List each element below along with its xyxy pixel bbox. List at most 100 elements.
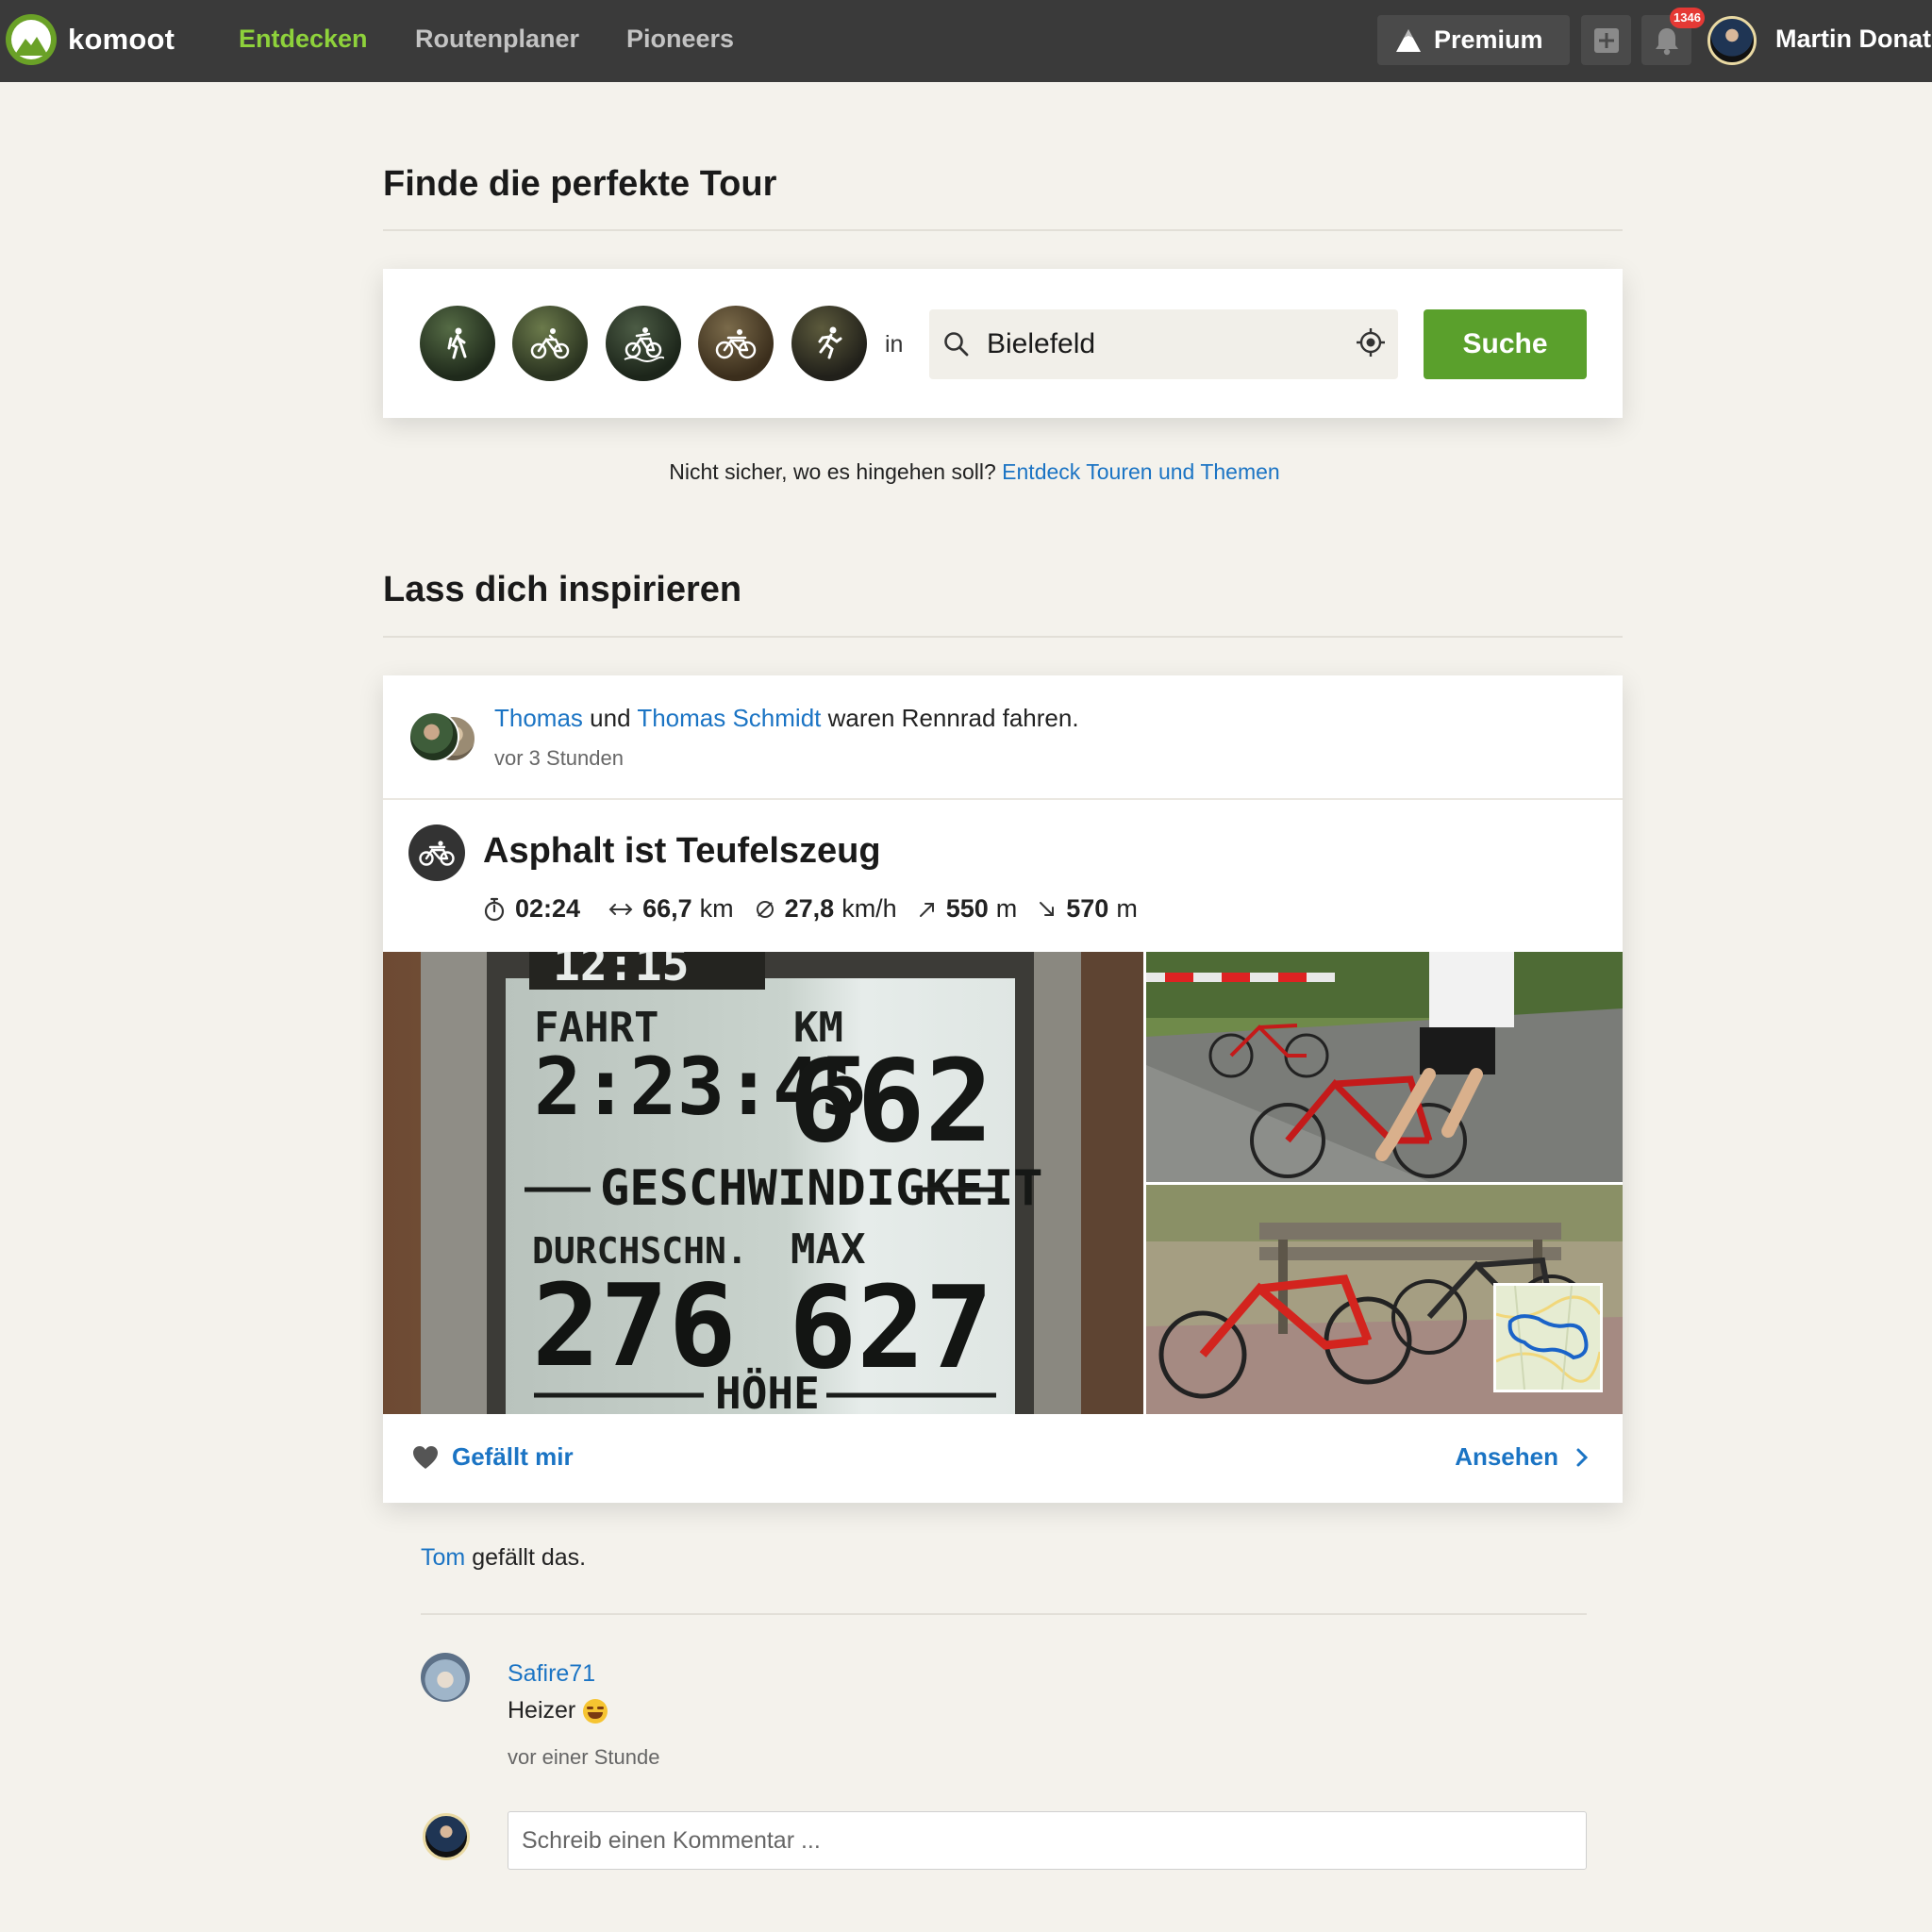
arrow-up-right-icon — [919, 902, 934, 917]
distance-value: 66,7 — [642, 894, 692, 923]
comment-input[interactable] — [508, 1811, 1587, 1870]
bike-touring-icon — [530, 328, 570, 359]
komoot-logo-icon — [6, 14, 57, 65]
route-map-thumbnail[interactable] — [1493, 1283, 1603, 1392]
feed-card-footer: Gefällt mir Ansehen — [383, 1414, 1623, 1503]
sport-road-bike-button[interactable] — [698, 306, 774, 381]
view-label: Ansehen — [1455, 1442, 1558, 1471]
average-speed-icon — [756, 900, 774, 918]
tour-photo-bike-computer[interactable]: 12:15 FAHRT 2:23:45 KM 662 GESCHWINDIGKEIT DUR… — [383, 952, 1143, 1414]
divider — [383, 229, 1623, 231]
lcd-clock-time: 12:15 — [553, 952, 690, 991]
likes-summary: Tom gefällt das. — [421, 1544, 586, 1572]
search-button[interactable]: Suche — [1424, 309, 1587, 379]
nav-tab-routenplaner[interactable]: Routenplaner — [415, 25, 579, 54]
sport-bike-touring-button[interactable] — [512, 306, 588, 381]
location-search-input[interactable]: Bielefeld — [929, 309, 1398, 379]
nav-tab-pioneers[interactable]: Pioneers — [626, 25, 734, 54]
komoot-logo[interactable]: komoot — [6, 14, 175, 65]
distance-unit: km — [699, 894, 734, 923]
current-location-icon[interactable] — [1355, 326, 1387, 358]
activity-feed-card: Thomas und Thomas Schmidt waren Rennrad … — [383, 675, 1623, 1503]
premium-mountain-icon — [1396, 28, 1421, 52]
elevation-up-value: 550 — [945, 894, 989, 923]
create-button[interactable] — [1581, 15, 1631, 65]
premium-label: Premium — [1434, 25, 1543, 54]
sport-hiking-button[interactable] — [420, 306, 495, 381]
like-button[interactable]: Gefällt mir — [412, 1442, 574, 1472]
lcd-avg-value: 276 — [532, 1261, 737, 1392]
user-link-tom[interactable]: Tom — [421, 1544, 465, 1571]
stat-distance: 66,7 km — [608, 894, 734, 924]
logo-text: komoot — [68, 23, 175, 56]
route-map-icon — [1496, 1286, 1600, 1390]
top-navigation-bar: komoot Entdecken Routenplaner Pioneers P… — [0, 0, 1932, 82]
tour-stats: 02:24 66,7 km 27,8 km/h 550 m 570 m — [483, 894, 1158, 924]
activity-text: waren Rennrad fahren. — [827, 704, 1079, 732]
sport-running-button[interactable] — [791, 306, 867, 381]
speed-value: 27,8 — [784, 894, 835, 923]
discover-tours-link[interactable]: Entdeck Touren und Themen — [1002, 459, 1280, 484]
search-icon — [944, 332, 969, 357]
commenter-name-link[interactable]: Safire71 — [508, 1660, 595, 1688]
road-bike-icon — [715, 329, 757, 359]
arrow-down-right-icon — [1040, 901, 1055, 916]
elevation-up-unit: m — [995, 894, 1018, 923]
nav-tab-entdecken[interactable]: Entdecken — [239, 25, 368, 54]
running-icon — [818, 326, 842, 359]
premium-button[interactable]: Premium — [1377, 15, 1570, 65]
commenter-avatar[interactable] — [421, 1653, 470, 1702]
tour-photo-cyclist[interactable] — [1146, 952, 1623, 1182]
user-name[interactable]: Martin Donat — [1775, 25, 1931, 54]
hint-text: Nicht sicher, wo es hingehen soll? — [669, 459, 996, 484]
chevron-right-icon — [1576, 1448, 1589, 1466]
avatar — [408, 711, 459, 762]
elevation-down-unit: m — [1116, 894, 1138, 923]
comment-timestamp: vor einer Stunde — [508, 1745, 660, 1769]
tour-photo-bikes-bench[interactable] — [1146, 1185, 1623, 1414]
bell-icon — [1655, 27, 1678, 55]
search-section-title: Finde die perfekte Tour — [383, 164, 777, 204]
stat-speed: 27,8 km/h — [755, 894, 897, 924]
elevation-down-value: 570 — [1066, 894, 1109, 923]
connector-text: und — [590, 704, 631, 732]
lcd-altitude-label: HÖHE — [715, 1368, 820, 1414]
heart-icon — [413, 1445, 438, 1469]
current-user-avatar — [423, 1813, 470, 1860]
stopwatch-icon — [484, 897, 505, 921]
lcd-km-value: 662 — [789, 1037, 993, 1168]
comment-body: Heizer — [508, 1697, 576, 1724]
activity-sentence: Thomas und Thomas Schmidt waren Rennrad … — [494, 704, 1079, 733]
stat-duration: 02:24 — [483, 894, 588, 924]
sport-mountain-bike-button[interactable] — [606, 306, 681, 381]
participant-avatars[interactable] — [408, 711, 480, 764]
duration-value: 02:24 — [515, 894, 581, 923]
activity-timestamp: vor 3 Stunden — [494, 746, 624, 770]
divider — [421, 1613, 1587, 1615]
distance-arrows-icon — [608, 903, 633, 915]
divider — [383, 636, 1623, 638]
discovery-hint: Nicht sicher, wo es hingehen soll? Entde… — [0, 459, 1932, 485]
stat-elevation-down: 570 m — [1038, 894, 1138, 924]
user-avatar[interactable] — [1707, 16, 1757, 65]
speed-unit: km/h — [841, 894, 897, 923]
mountain-bike-icon — [624, 327, 664, 362]
user-link-thomas-schmidt[interactable]: Thomas Schmidt — [637, 704, 821, 732]
notification-count-badge: 1346 — [1670, 8, 1705, 28]
inspiration-section-title: Lass dich inspirieren — [383, 570, 742, 609]
view-tour-link[interactable]: Ansehen — [1455, 1442, 1589, 1472]
laughing-emoji — [583, 1698, 608, 1724]
hiking-icon — [447, 327, 467, 359]
tour-search-card: in Bielefeld Suche — [383, 269, 1623, 418]
likes-text: gefällt das. — [472, 1544, 587, 1571]
stat-elevation-up: 550 m — [918, 894, 1018, 924]
tour-title[interactable]: Asphalt ist Teufelszeug — [483, 831, 881, 872]
in-label: in — [885, 331, 904, 358]
user-link-thomas[interactable]: Thomas — [494, 704, 583, 732]
feed-card-header: Thomas und Thomas Schmidt waren Rennrad … — [383, 675, 1623, 800]
road-bike-sport-icon — [408, 824, 465, 881]
location-value: Bielefeld — [987, 328, 1096, 359]
plus-icon — [1593, 27, 1619, 53]
comment-text: Heizer — [508, 1697, 608, 1724]
like-label: Gefällt mir — [452, 1442, 574, 1471]
